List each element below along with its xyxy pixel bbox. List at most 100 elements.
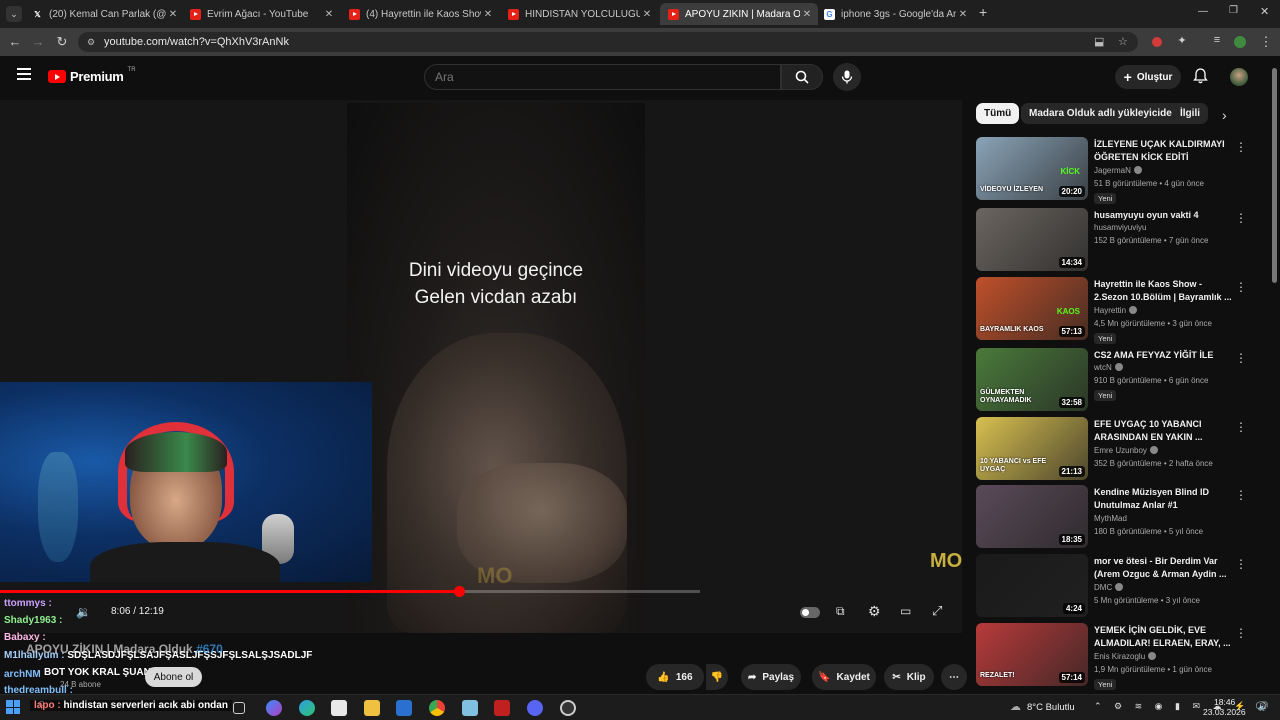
browser-tab[interactable]: Evrim Ağacı - YouTube ✕ [182,3,340,25]
new-tab-button[interactable]: + [979,4,993,20]
profile-avatar-icon[interactable] [1234,36,1246,48]
channel-name[interactable]: Hayrettin [1094,306,1138,315]
more-options-icon[interactable]: ⋮ [1235,626,1247,640]
video-title[interactable]: husamyuyu oyun vakti 4 [1094,209,1234,222]
channel-name[interactable]: JagermaN [1094,166,1142,175]
channel-name[interactable]: MythMad [1094,514,1127,523]
video-thumbnail[interactable]: GÜLMEKTEN OYNAYAMADIK 32:58 [976,348,1088,411]
video-title[interactable]: mor ve ötesi - Bir Derdim Var (Arem Ozgu… [1094,555,1234,581]
channel-name[interactable]: husamviyuviyu [1094,223,1146,232]
extensions-puzzle-icon[interactable]: ✦ [1173,34,1191,47]
chips-next-chevron-icon[interactable]: › [1222,107,1227,123]
tab-close-icon[interactable]: ✕ [956,9,970,20]
tab-close-icon[interactable]: ✕ [800,9,814,20]
forward-icon[interactable]: → [29,34,47,49]
video-thumbnail[interactable]: 18:35 [976,485,1088,548]
recommendation-item[interactable]: REZALET! 57:14 YEMEK İÇİN GELDİK, EVE ALMA… [976,623,1266,690]
notepad-icon[interactable] [462,700,478,716]
video-frame[interactable]: MO [347,103,645,633]
clock-time[interactable]: 18:46 [1214,697,1235,707]
recommendation-item[interactable]: 14:34 husamyuyu oyun vakti 4 husamviyuviyu… [976,208,1266,272]
more-options-icon[interactable]: ⋮ [1235,280,1247,294]
browser-tab[interactable]: APOYU ZİKIN | Madara Olduk #✕ [660,3,818,25]
notifications-bell-icon[interactable] [1193,68,1208,89]
video-title[interactable]: Kendine Müzisyen Blind ID Unutulmaz Anla… [1094,486,1234,512]
copilot-icon[interactable] [266,700,282,716]
voice-search-button[interactable] [833,63,861,91]
more-options-icon[interactable]: ⋮ [1235,351,1247,365]
edge-icon[interactable] [299,700,315,716]
settings-gear-icon[interactable]: ⚙ [868,603,881,620]
channel-name[interactable]: wtcN [1094,363,1123,372]
channel-name[interactable]: DMC [1094,583,1124,592]
browser-tab[interactable]: 𝕏 (20) Kemal Can Parlak (@Kendi✕ [24,3,184,25]
mail-icon[interactable] [396,700,412,716]
clock-date[interactable]: 23.03.2026 [1203,707,1246,717]
install-app-icon[interactable]: ⬓ [1094,32,1104,52]
recommendation-item[interactable]: BAYRAMLIK KAOS KAOS 57:13 Hayrettin ile Kao… [976,277,1266,344]
video-title[interactable]: Hayrettin ile Kaos Show - 2.Sezon 10.Böl… [1094,278,1234,304]
fullscreen-icon[interactable]: ⤢ [932,603,942,619]
task-view-icon[interactable] [233,702,245,714]
discord-icon[interactable] [527,700,543,716]
more-options-icon[interactable]: ⋮ [1235,140,1247,154]
tab-close-icon[interactable]: ✕ [481,9,495,20]
more-options-icon[interactable]: ⋮ [1235,557,1247,571]
clip-button[interactable]: ✂ Klip [884,664,934,690]
guide-menu-icon[interactable] [17,68,31,80]
video-player[interactable]: MO Dini videoyu geçince Gelen vicdan aza… [0,100,962,633]
share-button[interactable]: ➦ Paylaş [741,664,801,690]
create-button[interactable]: + Oluştur [1115,65,1181,89]
weather-text[interactable]: 8°C Bulutlu [1027,702,1075,713]
chrome-icon[interactable] [429,700,445,716]
search-button[interactable] [781,64,823,90]
page-scrollbar[interactable] [1271,60,1278,690]
bookmark-star-icon[interactable]: ☆ [1118,32,1128,52]
video-editor-icon[interactable] [494,700,510,716]
video-title[interactable]: YEMEK İÇİN GELDİK, EVE ALMADILAR! ELRAEN… [1094,624,1234,650]
autoplay-toggle[interactable] [800,607,820,618]
chip-from-uploader[interactable]: Madara Olduk adlı yükleyiciden [1021,103,1186,124]
tab-close-icon[interactable]: ✕ [640,9,654,20]
browser-tab[interactable]: HİNDİSTAN YOLCULUĞU VE Hİ✕ [500,3,658,25]
channel-name[interactable]: Enis Kirazoglu [1094,652,1157,661]
more-options-icon[interactable]: ⋮ [1235,420,1247,434]
save-button[interactable]: 🔖 Kaydet [812,664,876,690]
recommendation-item[interactable]: 4:24 mor ve ötesi - Bir Derdim Var (Arem … [976,554,1266,618]
system-tray-icons[interactable]: ⌃ ⚙ ≋ ◉ ▮ ✉ ☁ ⚡ 🔊 [1094,701,1274,712]
obs-icon[interactable] [560,700,576,716]
video-thumbnail[interactable]: 14:34 [976,208,1088,271]
search-input[interactable] [424,64,781,90]
file-explorer-icon[interactable] [364,700,380,716]
recommendation-item[interactable]: 10 YABANCI vs EFE UYGAÇ 21:13 EFE UYGAÇ 10… [976,417,1266,481]
video-thumbnail[interactable]: 4:24 [976,554,1088,617]
tab-close-icon[interactable]: ✕ [166,9,180,20]
start-menu-icon[interactable] [6,700,20,714]
recommendation-item[interactable]: 18:35 Kendine Müzisyen Blind ID Unutulmaz… [976,485,1266,549]
browser-menu-icon[interactable]: ⋮ [1257,34,1275,50]
video-title[interactable]: İZLEYENE UÇAK KALDIRMAYI ÖĞRETEN KİCK ED… [1094,138,1234,164]
video-thumbnail[interactable]: BAYRAMLIK KAOS KAOS 57:13 [976,277,1088,340]
chip-all[interactable]: Tümü [976,103,1020,124]
channel-name[interactable]: Emre Uzunboy [1094,446,1158,455]
notification-center-icon[interactable]: 🗨 [1254,700,1268,713]
video-title[interactable]: EFE UYGAÇ 10 YABANCI ARASINDAN EN YAKIN … [1094,418,1234,444]
more-options-icon[interactable]: ⋮ [1235,211,1247,225]
subscribe-button[interactable]: Abone ol [145,667,202,687]
miniplayer-icon[interactable]: ▭ [900,604,911,618]
reading-list-icon[interactable]: ≡ [1208,34,1226,46]
chip-related[interactable]: İlgili [1172,103,1208,124]
video-thumbnail[interactable]: 10 YABANCI vs EFE UYGAÇ 21:13 [976,417,1088,480]
like-button[interactable]: 👍 166 [646,664,704,690]
close-window-button[interactable]: ✕ [1260,5,1269,18]
reload-icon[interactable]: ↻ [53,34,71,50]
back-icon[interactable]: ← [6,34,24,49]
more-options-icon[interactable]: ⋮ [1235,488,1247,502]
video-thumbnail[interactable]: VİDEOYU İZLEYEN KİCK 20:20 [976,137,1088,200]
recommendation-item[interactable]: VİDEOYU İZLEYEN KİCK 20:20 İZLEYENE UÇAK KA… [976,137,1266,204]
site-info-icon[interactable]: ⚙ [87,32,95,52]
address-bar[interactable]: ⚙ youtube.com/watch?v=QhXhV3rAnNk ⬓ ☆ [78,32,1138,52]
youtube-logo[interactable]: Premium TR [48,67,136,84]
video-title[interactable]: CS2 AMA FEYYAZ YİĞİT İLE [1094,349,1234,362]
video-hashtag[interactable]: #670 [196,642,223,656]
